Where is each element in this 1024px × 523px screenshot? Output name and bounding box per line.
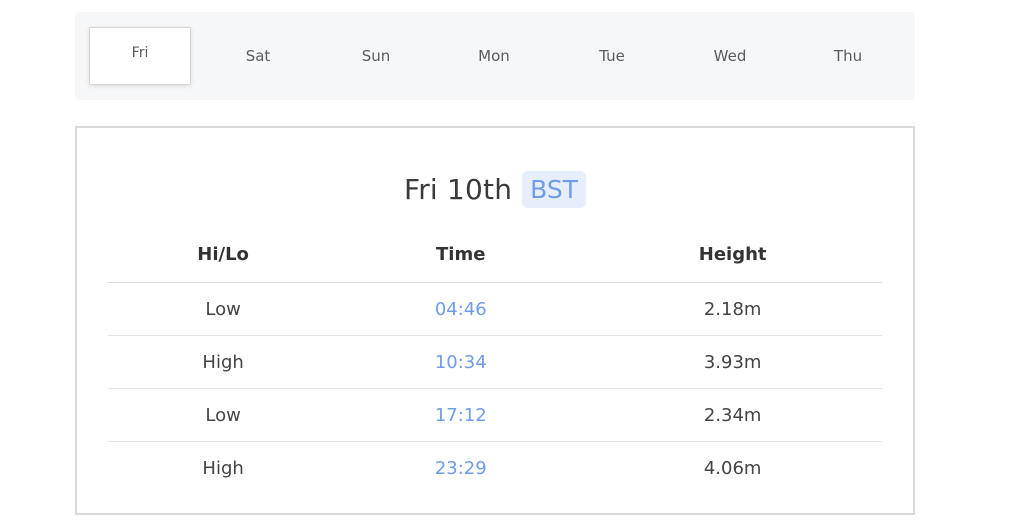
tab-thu[interactable]: Thu: [797, 27, 899, 85]
cell-height: 4.06m: [703, 457, 762, 479]
table-row: Low 17:12 2.34m: [108, 388, 882, 442]
cell-height: 2.18m: [583, 282, 882, 336]
tide-table: Hi/Lo Time Height Low 04:46 2.18m High 1…: [108, 226, 882, 494]
tide-card: Fri 10th BST Hi/Lo Time Height Low 04:46…: [75, 126, 915, 515]
cell-height: 3.93m: [583, 335, 882, 389]
table-row: High 10:34 3.93m: [108, 335, 882, 389]
cell-hilo: High: [108, 335, 339, 389]
tab-tue[interactable]: Tue: [561, 27, 663, 85]
cell-time: 17:12: [338, 388, 584, 442]
tab-wed[interactable]: Wed: [679, 27, 781, 85]
cell-time: 23:29: [434, 457, 487, 479]
cell-height: 2.34m: [583, 388, 882, 442]
tab-mon[interactable]: Mon: [443, 27, 545, 85]
day-tabs: Fri Sat Sun Mon Tue Wed Thu: [75, 12, 915, 100]
cell-time: 04:46: [338, 282, 584, 336]
cell-time: 10:34: [338, 335, 584, 389]
tab-sat[interactable]: Sat: [207, 27, 309, 85]
table-row: High 23:29 4.06m: [108, 442, 882, 495]
cell-hilo: Low: [108, 282, 339, 336]
cell-hilo: Low: [108, 388, 339, 442]
header-hilo: Hi/Lo: [108, 226, 339, 283]
date-title: Fri 10th: [403, 172, 513, 206]
table-row: Low 04:46 2.18m: [108, 282, 882, 336]
table-header-row: Hi/Lo Time Height: [108, 226, 882, 283]
cell-hilo: High: [202, 457, 244, 479]
card-heading: Fri 10th BST: [77, 166, 913, 212]
timezone-badge: BST: [522, 170, 587, 208]
tab-fri[interactable]: Fri: [89, 27, 191, 85]
tab-sun[interactable]: Sun: [325, 27, 427, 85]
header-time: Time: [338, 226, 584, 283]
header-height: Height: [583, 226, 882, 283]
